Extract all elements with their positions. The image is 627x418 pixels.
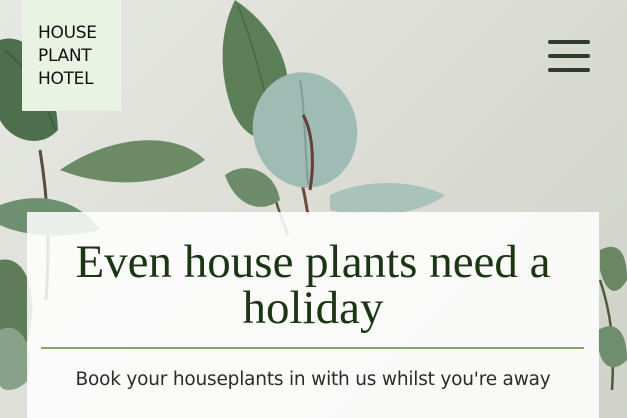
- menu-bar: [548, 40, 590, 44]
- menu-bar: [548, 54, 590, 58]
- hero-subtitle: Book your houseplants in with us whilst …: [75, 369, 551, 390]
- hero-card: Even house plants need a holiday Book yo…: [27, 212, 599, 418]
- hero-headline: Even house plants need a holiday: [75, 236, 551, 334]
- site-logo[interactable]: HOUSE PLANT HOTEL: [22, 0, 121, 111]
- logo-line-1: HOUSE: [38, 23, 97, 43]
- logo-line-2: PLANT: [38, 46, 92, 66]
- logo-line-3: HOTEL: [38, 69, 94, 89]
- divider: [41, 347, 584, 349]
- menu-bar: [548, 68, 590, 72]
- hamburger-menu-icon[interactable]: [548, 40, 590, 72]
